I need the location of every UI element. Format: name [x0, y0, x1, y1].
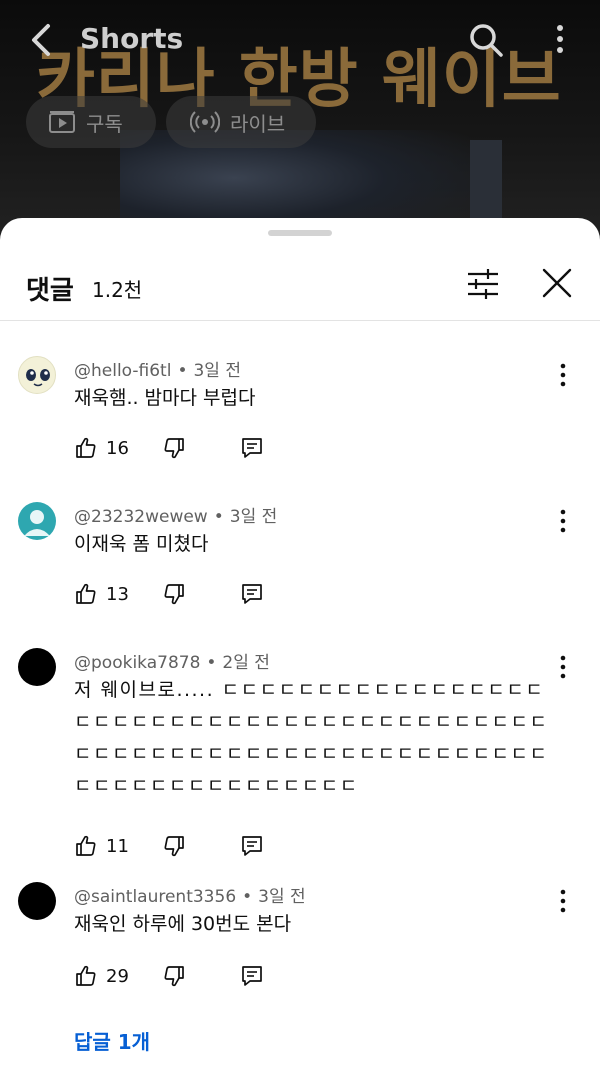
comment-meta: @23232wewew • 3일 전 [74, 502, 277, 527]
avatar[interactable] [18, 356, 56, 394]
comment-text: 재욱햄.. 밤마다 부럽다 [74, 387, 256, 409]
header-divider [0, 320, 600, 321]
thumbs-up-icon[interactable] [74, 582, 98, 606]
like-count: 11 [106, 836, 129, 857]
comment-time: 3일 전 [229, 507, 278, 527]
comments-count: 1.2천 [92, 278, 143, 302]
like-count: 16 [106, 438, 129, 459]
avatar[interactable] [18, 882, 56, 920]
meta-separator: • [213, 507, 224, 527]
reply-icon[interactable] [240, 834, 264, 858]
thumbs-up-icon[interactable] [74, 964, 98, 988]
comments-header: 댓글 1.2천 [0, 262, 600, 320]
more-vert-icon[interactable] [546, 22, 574, 56]
more-vert-icon[interactable] [552, 888, 574, 914]
more-vert-icon[interactable] [552, 362, 574, 388]
comment-meta: @hello-fi6tl • 3일 전 [74, 356, 241, 381]
thumbs-up-icon[interactable] [74, 834, 98, 858]
search-icon[interactable] [466, 20, 506, 60]
meta-separator: • [177, 361, 188, 381]
video-frame-detail [470, 140, 502, 230]
meta-separator: • [242, 887, 253, 907]
comment-text: 저 웨이브로..... ㄷㄷㄷㄷㄷㄷㄷㄷㄷㄷㄷㄷㄷㄷㄷㄷㄷㄷㄷㄷㄷㄷㄷㄷㄷㄷㄷㄷ… [74, 679, 549, 797]
thumbs-up-icon[interactable] [74, 436, 98, 460]
thumbs-down-icon[interactable] [162, 436, 186, 460]
top-bar: Shorts [0, 0, 600, 80]
comment-text: 이재욱 폼 미쳤다 [74, 533, 209, 555]
chevron-left-icon[interactable] [26, 22, 58, 58]
live-button[interactable]: 라이브 [166, 96, 316, 148]
comment-meta: @saintlaurent3356 • 3일 전 [74, 882, 306, 907]
page-title: Shorts [80, 22, 184, 55]
subscribe-label: 구독 [86, 111, 123, 136]
avatar-face-icon [26, 369, 50, 387]
more-vert-icon[interactable] [552, 508, 574, 534]
avatar[interactable] [18, 648, 56, 686]
reply-icon[interactable] [240, 964, 264, 988]
close-icon[interactable] [540, 266, 574, 300]
comment-meta: @pookika7878 • 2일 전 [74, 648, 270, 673]
live-label: 라이브 [230, 111, 286, 136]
comment-text: 재욱인 하루에 30번도 본다 [74, 913, 292, 935]
meta-separator: • [206, 653, 217, 673]
avatar[interactable] [18, 502, 56, 540]
comment-time: 3일 전 [258, 887, 306, 907]
thumbs-down-icon[interactable] [162, 834, 186, 858]
thumbs-down-icon[interactable] [162, 582, 186, 606]
filter-icon[interactable] [466, 266, 500, 302]
play-box-icon [49, 111, 75, 133]
like-count: 13 [106, 584, 129, 605]
more-vert-icon[interactable] [552, 654, 574, 680]
comment-time: 2일 전 [222, 653, 270, 673]
comments-sheet: 댓글 1.2천 @hello-fi6tl • 3일 전 재욱햄.. 밤마다 부럽… [0, 218, 600, 1077]
comment-author[interactable]: @hello-fi6tl [74, 361, 171, 381]
live-broadcast-icon [190, 111, 220, 133]
subscribe-button[interactable]: 구독 [26, 96, 156, 148]
view-replies-link[interactable]: 답글 1개 [74, 1026, 150, 1055]
comment-author[interactable]: @23232wewew [74, 507, 208, 527]
comment-time: 3일 전 [193, 361, 241, 381]
reply-icon[interactable] [240, 436, 264, 460]
reply-icon[interactable] [240, 582, 264, 606]
thumbs-down-icon[interactable] [162, 964, 186, 988]
drag-handle[interactable] [268, 230, 332, 236]
comment-author[interactable]: @saintlaurent3356 [74, 887, 236, 907]
default-avatar-icon [24, 510, 50, 536]
comment-author[interactable]: @pookika7878 [74, 653, 200, 673]
like-count: 29 [106, 966, 129, 987]
comments-title: 댓글 [26, 276, 74, 306]
